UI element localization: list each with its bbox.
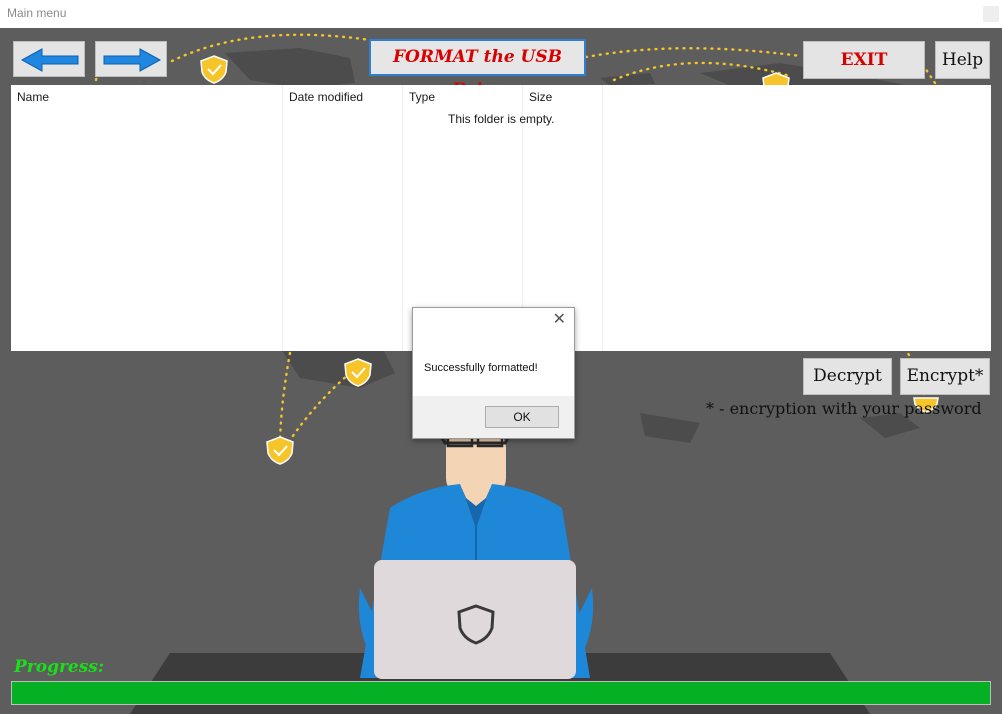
shield-icon bbox=[200, 55, 228, 84]
arrow-left-icon bbox=[20, 48, 79, 72]
window-title: Main menu bbox=[7, 6, 67, 20]
dialog-message: Successfully formatted! bbox=[424, 362, 538, 374]
help-button[interactable]: Help bbox=[935, 41, 990, 79]
ok-button[interactable]: OK bbox=[485, 406, 559, 428]
column-divider[interactable] bbox=[602, 85, 603, 351]
laptop-illustration bbox=[374, 560, 576, 679]
sort-indicator: ^ bbox=[142, 79, 148, 91]
encrypt-button[interactable]: Encrypt* bbox=[900, 358, 990, 395]
column-divider[interactable] bbox=[402, 85, 403, 351]
arrow-right-icon bbox=[103, 48, 162, 72]
dialog-body: ✕ Successfully formatted! bbox=[413, 308, 574, 396]
decrypt-button[interactable]: Decrypt bbox=[803, 358, 892, 395]
column-header-date-modified[interactable]: Date modified bbox=[289, 90, 363, 106]
title-bar: Main menu bbox=[0, 0, 1002, 28]
progress-bar bbox=[11, 681, 991, 705]
forward-button[interactable] bbox=[95, 41, 167, 77]
progress-label: Progress: bbox=[14, 657, 105, 677]
back-button[interactable] bbox=[13, 41, 85, 77]
shield-icon bbox=[266, 436, 294, 465]
message-dialog: ✕ Successfully formatted! OK bbox=[412, 307, 575, 439]
column-header-type[interactable]: Type bbox=[409, 90, 435, 106]
column-header-size[interactable]: Size bbox=[529, 90, 552, 106]
column-header-name[interactable]: Name bbox=[17, 90, 49, 106]
exit-button[interactable]: EXIT bbox=[803, 41, 925, 79]
encryption-note: * - encryption with your password bbox=[706, 399, 982, 418]
column-divider[interactable] bbox=[282, 85, 283, 351]
main-stage: FORMAT the USB Drive EXIT Help Name ^ Da… bbox=[0, 28, 1002, 714]
close-icon[interactable]: ✕ bbox=[553, 312, 566, 328]
format-usb-button[interactable]: FORMAT the USB Drive bbox=[369, 39, 586, 100]
window-control-button[interactable] bbox=[983, 6, 999, 22]
empty-folder-message: This folder is empty. bbox=[448, 112, 555, 126]
progress-fill bbox=[12, 682, 990, 704]
